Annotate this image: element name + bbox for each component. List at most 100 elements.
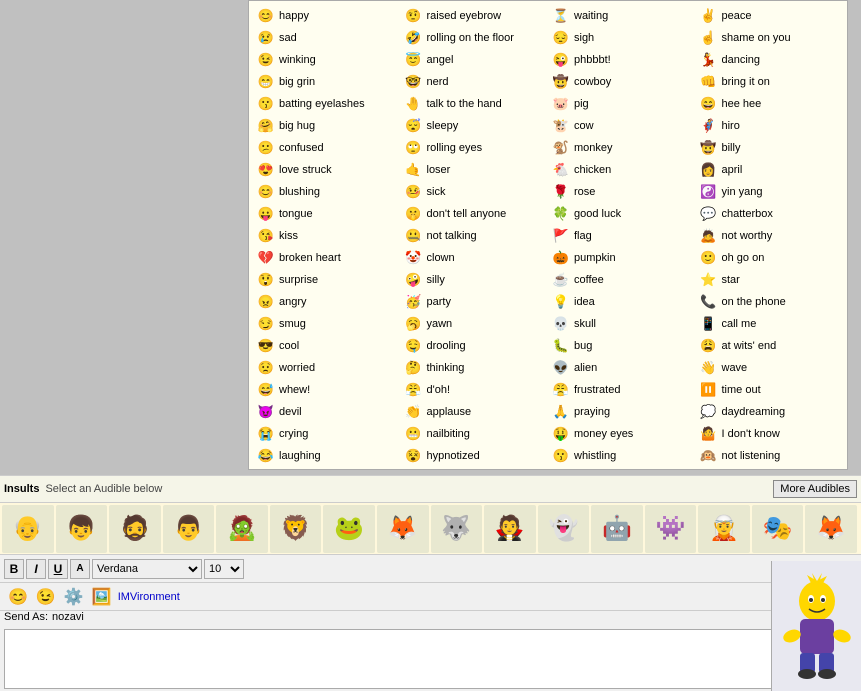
underline-button[interactable]: U <box>48 559 68 579</box>
audible-icon-item[interactable]: 🦊 <box>377 505 429 553</box>
emoji-item[interactable]: 🤔thinking <box>401 357 549 379</box>
emoji-item[interactable]: 👋wave <box>696 357 844 379</box>
imvironment-link[interactable]: IMVironment <box>118 591 180 603</box>
emoji-item[interactable]: 🤐not talking <box>401 225 549 247</box>
emoji-item[interactable]: 🦸hiro <box>696 115 844 137</box>
emoji-item[interactable]: 😘kiss <box>253 225 401 247</box>
emoji-item[interactable]: 😉winking <box>253 49 401 71</box>
emoji-item[interactable]: 🥳party <box>401 291 549 313</box>
emoji-item[interactable]: 😍love struck <box>253 159 401 181</box>
emoji-item[interactable]: 😐straight face <box>253 467 401 470</box>
emoji-item[interactable]: 🐶puppy <box>696 467 844 470</box>
emoji-item[interactable]: ☯️yin yang <box>696 181 844 203</box>
emoji-item[interactable]: 🎃pumpkin <box>548 247 696 269</box>
emoji-item[interactable]: ⏳waiting <box>548 5 696 27</box>
emoji-item[interactable]: 👏applause <box>401 401 549 423</box>
emoji-item[interactable]: 😗whistling <box>548 445 696 467</box>
emoji-item[interactable]: 🤚talk to the hand <box>401 93 549 115</box>
emoji-item[interactable]: 🤥liar <box>401 467 549 470</box>
emoji-item[interactable]: 🐛bug <box>548 335 696 357</box>
emoji-item[interactable]: 😗batting eyelashes <box>253 93 401 115</box>
emoji-item[interactable]: 📱call me <box>696 313 844 335</box>
smiley-button[interactable]: 😊 <box>6 587 30 607</box>
emoji-item[interactable]: 🤓nerd <box>401 71 549 93</box>
emoji-item[interactable]: 😴sleepy <box>401 115 549 137</box>
audible-icon-item[interactable]: 🎭 <box>752 505 804 553</box>
emoji-item[interactable]: 🙂oh go on <box>696 247 844 269</box>
emoji-item[interactable]: 😟worried <box>253 357 401 379</box>
audible-icon-item[interactable]: 🦁 <box>270 505 322 553</box>
audible-icon-item[interactable]: 🧛 <box>484 505 536 553</box>
emoji-item[interactable]: ✌️peace <box>696 5 844 27</box>
emoji-item[interactable]: ☝️shame on you <box>696 27 844 49</box>
emoji-item[interactable]: 🤣rolling on the floor <box>401 27 549 49</box>
emoji-item[interactable]: 😊happy <box>253 5 401 27</box>
emoji-item[interactable]: 😭crying <box>253 423 401 445</box>
emoji-item[interactable]: 🙇not worthy <box>696 225 844 247</box>
emoji-item[interactable]: 🤪silly <box>401 269 549 291</box>
emoji-item[interactable]: 🤠billy <box>696 137 844 159</box>
audible-icon-item[interactable]: 🐺 <box>431 505 483 553</box>
font-size-select[interactable]: 8 10 12 14 <box>204 559 244 579</box>
emoji-item[interactable]: ☕coffee <box>548 269 696 291</box>
emoji-item[interactable]: 😤frustrated <box>548 379 696 401</box>
emoji-item[interactable]: 🌹rose <box>548 181 696 203</box>
emoji-item[interactable]: 😈devil <box>253 401 401 423</box>
emoji-item[interactable]: 😛tongue <box>253 203 401 225</box>
emoji-item[interactable]: ⏸️time out <box>696 379 844 401</box>
extra-button[interactable]: 🖼️ <box>90 587 114 607</box>
more-audibles-button[interactable]: More Audibles <box>773 480 857 498</box>
emoji-item[interactable]: 👊bring it on <box>696 71 844 93</box>
emoji-item[interactable]: 😔sigh <box>548 27 696 49</box>
emoji-item[interactable]: 🤕feeling beat up <box>548 467 696 470</box>
emoji-item[interactable]: 🤤drooling <box>401 335 549 357</box>
emoji-item[interactable]: 😅whew! <box>253 379 401 401</box>
audible-icon-item[interactable]: 👻 <box>538 505 590 553</box>
emoji-popup[interactable]: 😊happy🤨raised eyebrow⏳waiting✌️peace 😢sad… <box>248 0 848 470</box>
emoji-item[interactable]: 🤡clown <box>401 247 549 269</box>
emoji-item[interactable]: 💬chatterbox <box>696 203 844 225</box>
audible-icon-item[interactable]: 🐸 <box>323 505 375 553</box>
emoji-item[interactable]: 😤d'oh! <box>401 379 549 401</box>
emoji-item[interactable]: 😁big grin <box>253 71 401 93</box>
emoji-item[interactable]: 🐔chicken <box>548 159 696 181</box>
emoji-item[interactable]: 🤫don't tell anyone <box>401 203 549 225</box>
emoji-item[interactable]: 🤨raised eyebrow <box>401 5 549 27</box>
italic-button[interactable]: I <box>26 559 46 579</box>
audible-icon-item[interactable]: 🧟 <box>216 505 268 553</box>
audible-icon-item[interactable]: 👾 <box>645 505 697 553</box>
audible-icon-item[interactable]: 👴 <box>2 505 54 553</box>
emoji-item[interactable]: 😊blushing <box>253 181 401 203</box>
emoji-item[interactable]: 💭daydreaming <box>696 401 844 423</box>
emoji-item[interactable]: 🥱yawn <box>401 313 549 335</box>
emoji-item[interactable]: 🤗big hug <box>253 115 401 137</box>
emoji-item[interactable]: 😵hypnotized <box>401 445 549 467</box>
emoji-item[interactable]: 👩april <box>696 159 844 181</box>
emoji-item[interactable]: 😎cool <box>253 335 401 357</box>
bold-button[interactable]: B <box>4 559 24 579</box>
audible-icon-item[interactable]: 🧔 <box>109 505 161 553</box>
emoji-item[interactable]: 😜phbbbt! <box>548 49 696 71</box>
emoji-item[interactable]: 🙏praying <box>548 401 696 423</box>
emoji-item[interactable]: 😄hee hee <box>696 93 844 115</box>
emoji-item[interactable]: 😂laughing <box>253 445 401 467</box>
emoji-item[interactable]: 😬nailbiting <box>401 423 549 445</box>
font-select[interactable]: Verdana Arial Times New Roman <box>92 559 202 579</box>
emoji-item[interactable]: 👽alien <box>548 357 696 379</box>
message-input[interactable] <box>4 629 807 689</box>
emoji-item[interactable]: 📞on the phone <box>696 291 844 313</box>
emoji-item[interactable]: 😠angry <box>253 291 401 313</box>
emoji-item[interactable]: 😢sad <box>253 27 401 49</box>
color-button[interactable]: A <box>70 559 90 579</box>
emoji-item[interactable]: ⭐star <box>696 269 844 291</box>
audible-icon-item[interactable]: 🦊 <box>805 505 857 553</box>
emoji-item[interactable]: 🤑money eyes <box>548 423 696 445</box>
emoji-item[interactable]: 🤷I don't know <box>696 423 844 445</box>
emoji-item[interactable]: 🙉not listening <box>696 445 844 467</box>
emoji-item[interactable]: 🚩flag <box>548 225 696 247</box>
emoji-item[interactable]: 😏smug <box>253 313 401 335</box>
emoji-item[interactable]: 😇angel <box>401 49 549 71</box>
emoji-item[interactable]: 💡idea <box>548 291 696 313</box>
emoji-item[interactable]: 😲surprise <box>253 269 401 291</box>
audible-icon-item[interactable]: 👦 <box>56 505 108 553</box>
